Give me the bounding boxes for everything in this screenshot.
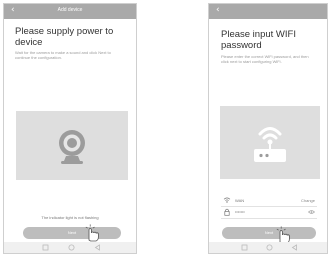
back-arrow-icon[interactable]: ‹ bbox=[216, 5, 220, 15]
header-title: Add device bbox=[57, 7, 83, 13]
indicator-hint-link[interactable]: The indicator light is not flashing bbox=[4, 215, 136, 220]
page-heading: Please supply power to device bbox=[15, 26, 114, 48]
router-illustration bbox=[220, 106, 320, 179]
recent-apps-icon[interactable] bbox=[42, 244, 49, 251]
pointing-hand-icon bbox=[276, 226, 290, 244]
home-icon[interactable] bbox=[266, 244, 273, 251]
pointing-hand-icon bbox=[85, 224, 99, 242]
phone-screen-right: ‹ Please input WIFI password Please ente… bbox=[208, 3, 328, 254]
eye-icon[interactable] bbox=[308, 210, 315, 214]
divider bbox=[221, 218, 317, 219]
lock-icon bbox=[224, 208, 230, 216]
wifi-name: WAN bbox=[235, 198, 245, 203]
wifi-icon bbox=[223, 197, 231, 203]
header-bar: ‹ Add device bbox=[4, 4, 136, 19]
password-row: ••••••• bbox=[209, 207, 327, 218]
header-bar: ‹ bbox=[209, 4, 327, 19]
password-input[interactable]: ••••••• bbox=[235, 209, 245, 214]
wifi-network-row: WAN Change bbox=[209, 195, 327, 206]
router-icon bbox=[254, 127, 286, 162]
system-nav-bar bbox=[4, 242, 136, 253]
camera-icon bbox=[59, 130, 85, 164]
page-description: Wait for the camera to make a sound and … bbox=[15, 50, 111, 60]
back-triangle-icon[interactable] bbox=[291, 244, 298, 251]
page-heading: Please input WIFI password bbox=[221, 29, 296, 51]
page-description: Please enter the correct WiFi password, … bbox=[221, 54, 309, 64]
back-triangle-icon[interactable] bbox=[94, 244, 101, 251]
camera-illustration bbox=[16, 111, 128, 180]
home-icon[interactable] bbox=[68, 244, 75, 251]
next-button[interactable]: Next bbox=[23, 227, 121, 239]
system-nav-bar bbox=[209, 242, 327, 253]
phone-screen-left: ‹ Add device Please supply power to devi… bbox=[3, 3, 137, 254]
change-wifi-link[interactable]: Change bbox=[301, 198, 315, 203]
next-button[interactable]: Next bbox=[222, 227, 316, 239]
recent-apps-icon[interactable] bbox=[241, 244, 248, 251]
